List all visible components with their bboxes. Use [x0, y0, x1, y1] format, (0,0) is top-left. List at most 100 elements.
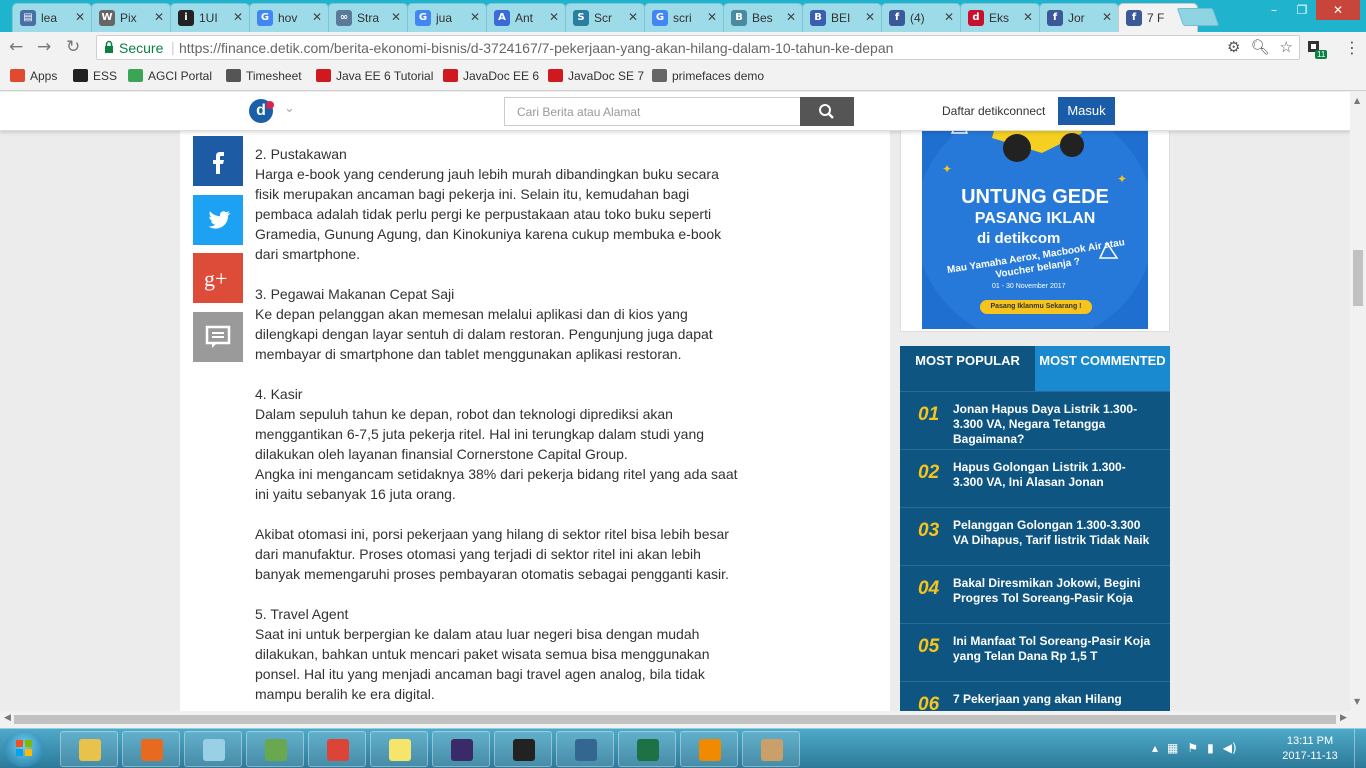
scroll-right-arrow-icon[interactable]: ▶ [1340, 713, 1347, 723]
tab-most-popular[interactable]: MOST POPULAR [900, 346, 1035, 391]
close-tab-icon[interactable]: ✕ [154, 10, 164, 24]
close-tab-icon[interactable]: ✕ [549, 10, 559, 24]
taskbar-clock[interactable]: 13:11 PM 2017-11-13 [1278, 734, 1342, 764]
close-tab-icon[interactable]: ✕ [628, 10, 638, 24]
close-tab-icon[interactable]: ✕ [1023, 10, 1033, 24]
browser-tab[interactable]: S Scr ✕ [565, 3, 645, 32]
comment-button[interactable] [193, 312, 243, 362]
taskbar-app[interactable] [308, 731, 366, 767]
chevron-down-icon[interactable]: ⌄ [284, 101, 295, 116]
popular-title[interactable]: Ini Manfaat Tol Soreang-Pasir Koja yang … [953, 634, 1153, 664]
popular-item[interactable]: 06 7 Pekerjaan yang akan Hilang [900, 681, 1170, 711]
taskbar-app[interactable] [494, 731, 552, 767]
browser-tab[interactable]: Gjua ✕ [407, 3, 487, 32]
vertical-scroll-thumb[interactable] [1353, 250, 1363, 306]
browser-tab[interactable]: f (4) ✕ [881, 3, 961, 32]
menu-dots-icon[interactable]: ⋮ [1344, 38, 1360, 57]
extension-icon[interactable]: 11 [1307, 40, 1328, 59]
close-tab-icon[interactable]: ✕ [312, 10, 322, 24]
popular-item[interactable]: 03 Pelanggan Golongan 1.300-3.300 VA Diha… [900, 507, 1170, 565]
reload-icon[interactable]: ↻ [66, 37, 80, 57]
popular-title[interactable]: Pelanggan Golongan 1.300-3.300 VA Dihapu… [953, 518, 1153, 548]
share-twitter-button[interactable] [193, 195, 243, 245]
detik-logo[interactable]: d [249, 99, 274, 123]
bookmark-item[interactable]: Apps [10, 69, 57, 83]
browser-tab[interactable]: i 1UI ✕ [170, 3, 250, 32]
zoom-icon[interactable]: 🔍︎ [1251, 38, 1270, 56]
battery-icon[interactable]: ▮ [1207, 741, 1214, 755]
site-search-input[interactable]: Cari Berita atau Alamat [504, 97, 801, 126]
scroll-left-arrow-icon[interactable]: ◀ [4, 713, 11, 723]
taskbar-app[interactable] [246, 731, 304, 767]
close-tab-icon[interactable]: ✕ [1102, 10, 1112, 24]
tray-expand-icon[interactable]: ▴ [1152, 741, 1158, 755]
share-google-plus-button[interactable]: g+ [193, 253, 243, 303]
bookmark-item[interactable]: Timesheet [226, 69, 302, 83]
browser-tab[interactable]: Ghov ✕ [249, 3, 329, 32]
network-icon[interactable]: ▦ [1167, 741, 1178, 755]
tab-most-commented[interactable]: MOST COMMENTED [1035, 346, 1170, 391]
minimize-button[interactable]: – [1260, 0, 1288, 20]
login-button[interactable]: Masuk [1058, 97, 1115, 125]
horizontal-scrollbar[interactable]: ◀ ▶ [0, 711, 1366, 728]
volume-icon[interactable]: ◀) [1223, 741, 1237, 755]
taskbar-app[interactable] [618, 731, 676, 767]
bookmark-item[interactable]: JavaDoc EE 6 [443, 69, 539, 83]
browser-tab[interactable]: A Ant ✕ [486, 3, 566, 32]
close-tab-icon[interactable]: ✕ [707, 10, 717, 24]
taskbar-app[interactable] [184, 731, 242, 767]
start-button[interactable] [4, 731, 44, 767]
bookmark-star-icon[interactable]: ☆ [1280, 38, 1293, 56]
close-tab-icon[interactable]: ✕ [233, 10, 243, 24]
browser-tab[interactable]: ∞ Stra ✕ [328, 3, 408, 32]
popular-title[interactable]: 7 Pekerjaan yang akan Hilang [953, 692, 1153, 707]
close-tab-icon[interactable]: ✕ [75, 10, 85, 24]
scroll-up-arrow-icon[interactable]: ▲ [1354, 96, 1360, 105]
bookmark-item[interactable]: Java EE 6 Tutorial [316, 69, 433, 83]
translate-icon[interactable]: ⚙ [1227, 38, 1240, 56]
show-desktop-button[interactable] [1354, 729, 1366, 768]
ad-cta-button[interactable]: Pasang Iklanmu Sekarang ! [980, 300, 1092, 314]
popular-item[interactable]: 05 Ini Manfaat Tol Soreang-Pasir Koja yan… [900, 623, 1170, 681]
taskbar-app[interactable] [680, 731, 738, 767]
browser-tab[interactable]: B Bes ✕ [723, 3, 803, 32]
popular-item[interactable]: 01 Jonan Hapus Daya Listrik 1.300-3.300 V… [900, 391, 1170, 449]
popular-item[interactable]: 04 Bakal Diresmikan Jokowi, Begini Progre… [900, 565, 1170, 623]
popular-title[interactable]: Bakal Diresmikan Jokowi, Begini Progres … [953, 576, 1153, 606]
action-center-icon[interactable]: ⚑ [1187, 741, 1198, 755]
popular-title[interactable]: Jonan Hapus Daya Listrik 1.300-3.300 VA,… [953, 402, 1153, 447]
browser-tab[interactable]: Gscri ✕ [644, 3, 724, 32]
browser-tab[interactable]: d Eks ✕ [960, 3, 1040, 32]
close-tab-icon[interactable]: ✕ [786, 10, 796, 24]
back-arrow-icon[interactable]: ← [9, 37, 23, 57]
new-tab-button[interactable] [1176, 8, 1220, 26]
close-tab-icon[interactable]: ✕ [944, 10, 954, 24]
browser-tab[interactable]: f Jor ✕ [1039, 3, 1119, 32]
site-search-button[interactable] [800, 97, 854, 126]
taskbar-app[interactable] [122, 731, 180, 767]
close-tab-icon[interactable]: ✕ [470, 10, 480, 24]
horizontal-scroll-thumb[interactable] [14, 715, 1336, 724]
bookmark-item[interactable]: primefaces demo [652, 69, 764, 83]
close-tab-icon[interactable]: ✕ [865, 10, 875, 24]
taskbar-app[interactable] [556, 731, 614, 767]
browser-tab[interactable]: ▤ lea ✕ [12, 3, 92, 32]
close-tab-icon[interactable]: ✕ [391, 10, 401, 24]
bookmark-item[interactable]: JavaDoc SE 7 [548, 69, 644, 83]
popular-item[interactable]: 02 Hapus Golongan Listrik 1.300-3.300 VA,… [900, 449, 1170, 507]
taskbar-app[interactable] [432, 731, 490, 767]
forward-arrow-icon[interactable]: → [37, 37, 51, 57]
scroll-down-arrow-icon[interactable]: ▼ [1354, 697, 1360, 706]
vertical-scrollbar[interactable]: ▲ ▼ [1350, 92, 1366, 711]
taskbar-app[interactable] [60, 731, 118, 767]
share-facebook-button[interactable] [193, 136, 243, 186]
browser-tab[interactable]: B BEI ✕ [802, 3, 882, 32]
popular-title[interactable]: Hapus Golongan Listrik 1.300-3.300 VA, I… [953, 460, 1153, 490]
browser-tab[interactable]: W Pix ✕ [91, 3, 171, 32]
taskbar-app[interactable] [370, 731, 428, 767]
register-link[interactable]: Daftar detikconnect [942, 104, 1045, 118]
taskbar-app[interactable] [742, 731, 800, 767]
bookmark-item[interactable]: ESS [73, 69, 117, 83]
maximize-button[interactable]: ❐ [1288, 0, 1316, 20]
address-bar[interactable]: Secure | https://finance.detik.com/berit… [96, 35, 1300, 60]
